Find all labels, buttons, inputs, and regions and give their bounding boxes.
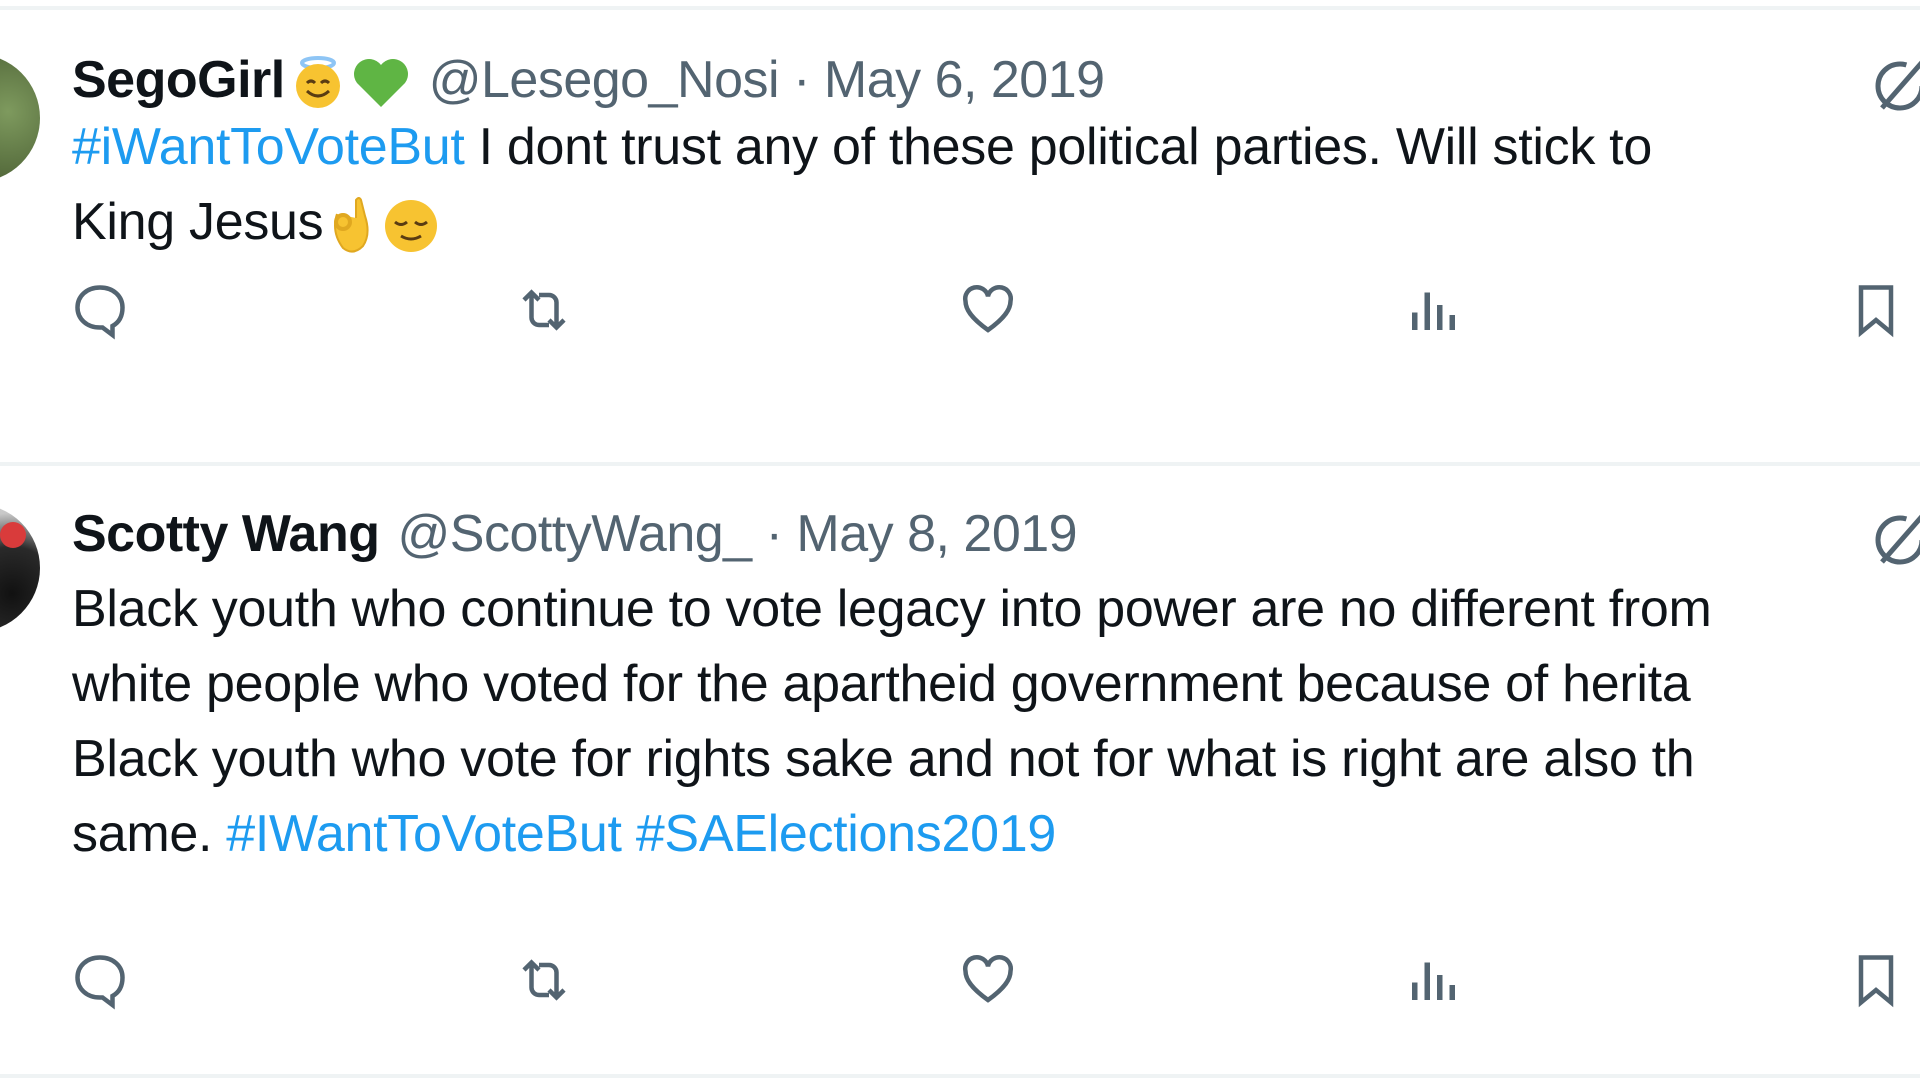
- display-name[interactable]: SegoGirl: [72, 50, 285, 110]
- tweet-text-line: King Jesus: [72, 185, 1920, 260]
- tweet-header: SegoGirl @Lesego_Nosi · May 6, 2019: [72, 50, 1105, 110]
- tweet-text: Black youth who continue to vote legacy …: [72, 572, 1920, 872]
- green-heart-emoji: [351, 49, 411, 111]
- tweet-text: #iWantToVoteBut I dont trust any of thes…: [72, 110, 1920, 260]
- ok-hand-emoji: [323, 193, 375, 253]
- separator: ·: [765, 505, 783, 563]
- like-icon[interactable]: [956, 948, 1020, 1012]
- hashtag-link[interactable]: #SAElections2019: [636, 805, 1056, 863]
- grok-icon[interactable]: [1868, 506, 1920, 570]
- user-handle[interactable]: @Lesego_Nosi: [429, 50, 780, 110]
- bookmark-icon[interactable]: [1844, 948, 1908, 1012]
- retweet-icon[interactable]: [512, 948, 576, 1012]
- user-handle[interactable]: @ScottyWang_: [397, 504, 752, 564]
- tweet-text-line: white people who voted for the apartheid…: [72, 655, 1691, 713]
- relieved-face-emoji: [375, 193, 445, 253]
- divider: [0, 6, 1920, 10]
- tweet-date[interactable]: May 6, 2019: [824, 50, 1105, 110]
- angel-face-emoji: [289, 49, 347, 111]
- tweet-actions: [72, 948, 1920, 1012]
- tweet-card[interactable]: Scotty Wang @ScottyWang_ · May 8, 2019 B…: [0, 484, 1920, 1074]
- divider: [0, 462, 1920, 466]
- tweet-date[interactable]: May 8, 2019: [796, 504, 1077, 564]
- views-icon[interactable]: [1400, 948, 1464, 1012]
- tweet-text-line: #iWantToVoteBut I dont trust any of thes…: [72, 118, 1652, 176]
- tweet-header: Scotty Wang @ScottyWang_ · May 8, 2019: [72, 504, 1078, 564]
- divider: [0, 1074, 1920, 1078]
- reply-icon[interactable]: [68, 948, 132, 1012]
- tweet-actions: [72, 278, 1920, 342]
- tweet-text-line: Black youth who vote for rights sake and…: [72, 730, 1695, 788]
- avatar[interactable]: [0, 504, 40, 632]
- retweet-icon[interactable]: [512, 278, 576, 342]
- tweet-text-line: same. #IWantToVoteBut #SAElections2019: [72, 805, 1056, 863]
- grok-icon[interactable]: [1868, 52, 1920, 116]
- reply-icon[interactable]: [68, 278, 132, 342]
- views-icon[interactable]: [1400, 278, 1464, 342]
- hashtag-link[interactable]: #iWantToVoteBut: [72, 118, 465, 176]
- hashtag-link[interactable]: #IWantToVoteBut: [226, 805, 622, 863]
- tweet-text-line: Black youth who continue to vote legacy …: [72, 580, 1712, 638]
- like-icon[interactable]: [956, 278, 1020, 342]
- display-name[interactable]: Scotty Wang: [72, 504, 380, 564]
- separator: ·: [793, 51, 810, 109]
- bookmark-icon[interactable]: [1844, 278, 1908, 342]
- tweet-list: SegoGirl @Lesego_Nosi · May 6, 2019 #iWa…: [0, 0, 1920, 1080]
- avatar[interactable]: [0, 54, 40, 182]
- tweet-card[interactable]: SegoGirl @Lesego_Nosi · May 6, 2019 #iWa…: [0, 30, 1920, 360]
